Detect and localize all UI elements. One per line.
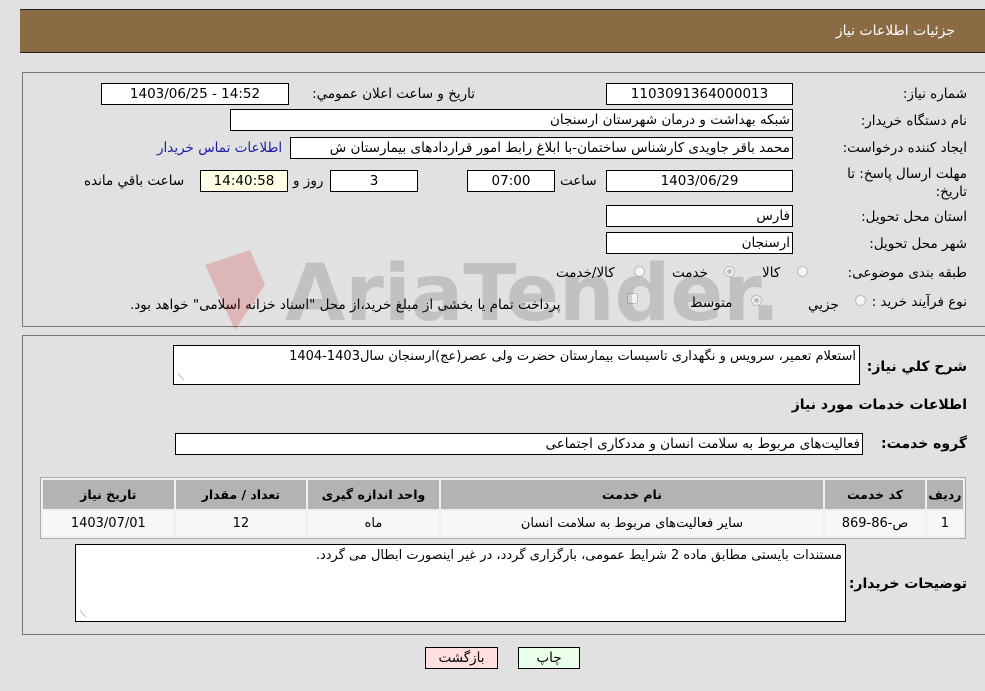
category-radio-goods-service[interactable]	[634, 266, 645, 277]
resize-grip-icon[interactable]: ⟋	[78, 611, 86, 620]
process-option-medium: متوسط	[690, 295, 733, 311]
creator-field[interactable]: محمد باقر جاویدی کارشناس ساختمان-با ابلا…	[290, 137, 793, 159]
remaining-days-field[interactable]: 3	[330, 170, 418, 192]
buyer-notes-text: مستندات بایستی مطابق ماده 2 شرایط عمومی،…	[315, 548, 842, 563]
buyer-contact-link[interactable]: اطلاعات تماس خریدار	[157, 140, 282, 156]
category-radio-goods[interactable]	[797, 266, 808, 277]
province-label: استان محل تحویل:	[861, 209, 967, 225]
need-number-field[interactable]: 1103091364000013	[606, 83, 793, 105]
process-radio-small[interactable]	[855, 295, 866, 306]
city-field[interactable]: ارسنجان	[606, 232, 793, 254]
process-radio-medium[interactable]	[751, 295, 762, 306]
buyer-org-label: نام دستگاه خریدار:	[860, 113, 967, 129]
cell-unit: ماه	[308, 511, 439, 536]
treasury-checkbox[interactable]	[627, 293, 638, 304]
category-label: طبقه بندی موضوعی:	[847, 265, 967, 281]
col-quantity: تعداد / مقدار	[175, 480, 307, 509]
province-field[interactable]: فارس	[606, 205, 793, 227]
page-title: جزئیات اطلاعات نیاز	[835, 23, 955, 39]
category-option-goods-service: کالا/خدمت	[556, 265, 615, 281]
print-button[interactable]: چاپ	[518, 647, 580, 669]
col-service-name: نام خدمت	[440, 480, 824, 509]
process-option-small: جزيي	[808, 297, 839, 313]
cell-quantity: 12	[175, 511, 307, 536]
cell-need-date: 1403/07/01	[43, 511, 174, 536]
deadline-label: مهلت ارسال پاسخ: تا تاریخ:	[847, 166, 967, 200]
col-need-date: تاریخ نیاز	[43, 480, 174, 509]
treasury-note: پرداخت تمام یا بخشی از مبلغ خرید،از محل …	[130, 297, 561, 313]
buyer-notes-textarea[interactable]: مستندات بایستی مطابق ماده 2 شرایط عمومی،…	[75, 544, 846, 622]
description-label: شرح كلي نياز:	[866, 359, 967, 375]
deadline-date-field[interactable]: 1403/06/29	[606, 170, 793, 192]
services-section-title: اطلاعات خدمات مورد نیاز	[791, 397, 967, 413]
process-label: نوع فرآیند خرید :	[871, 294, 967, 310]
category-option-service: خدمت	[672, 265, 708, 281]
col-row: ردیف	[926, 480, 963, 509]
category-radio-service[interactable]	[724, 266, 735, 277]
col-service-code: کد خدمت	[825, 480, 925, 509]
category-option-goods: کالا	[762, 265, 781, 281]
table-row: 1 ص-86-869 سایر فعالیت‌های مربوط به سلام…	[43, 511, 963, 536]
service-group-field[interactable]: فعالیت‌های مربوط به سلامت انسان و مددکار…	[175, 433, 863, 455]
services-table: ردیف کد خدمت نام خدمت واحد اندازه گیری ت…	[40, 477, 966, 539]
buyer-notes-label: توضیحات خریدار:	[848, 576, 967, 592]
creator-label: ایجاد کننده درخواست:	[842, 140, 967, 156]
announce-date-field[interactable]: 1403/06/25 - 14:52	[101, 83, 289, 105]
buyer-org-field[interactable]: شبکه بهداشت و درمان شهرستان ارسنجان	[230, 109, 793, 131]
remaining-time-field: 14:40:58	[200, 170, 288, 192]
cell-service-name: سایر فعالیت‌های مربوط به سلامت انسان	[440, 511, 824, 536]
description-text: استعلام تعمیر، سرویس و نگهداری تاسیسات ب…	[289, 349, 856, 364]
col-unit: واحد اندازه گیری	[308, 480, 439, 509]
cell-service-code: ص-86-869	[825, 511, 925, 536]
need-number-label: شماره نیاز:	[902, 86, 967, 102]
city-label: شهر محل تحویل:	[869, 236, 967, 252]
cell-row: 1	[926, 511, 963, 536]
remaining-time-label: ساعت باقي مانده	[84, 173, 185, 189]
resize-grip-icon[interactable]: ⟋	[176, 374, 184, 383]
deadline-time-field[interactable]: 07:00	[467, 170, 555, 192]
deadline-time-label: ساعت	[560, 173, 597, 189]
table-header-row: ردیف کد خدمت نام خدمت واحد اندازه گیری ت…	[43, 480, 963, 509]
page-header: جزئیات اطلاعات نیاز	[20, 9, 985, 53]
description-textarea[interactable]: استعلام تعمیر، سرویس و نگهداری تاسیسات ب…	[173, 345, 860, 385]
days-label: روز و	[293, 173, 324, 189]
announce-date-label: تاریخ و ساعت اعلان عمومي:	[312, 86, 475, 102]
service-group-label: گروه خدمت:	[881, 436, 967, 452]
back-button[interactable]: بازگشت	[425, 647, 498, 669]
